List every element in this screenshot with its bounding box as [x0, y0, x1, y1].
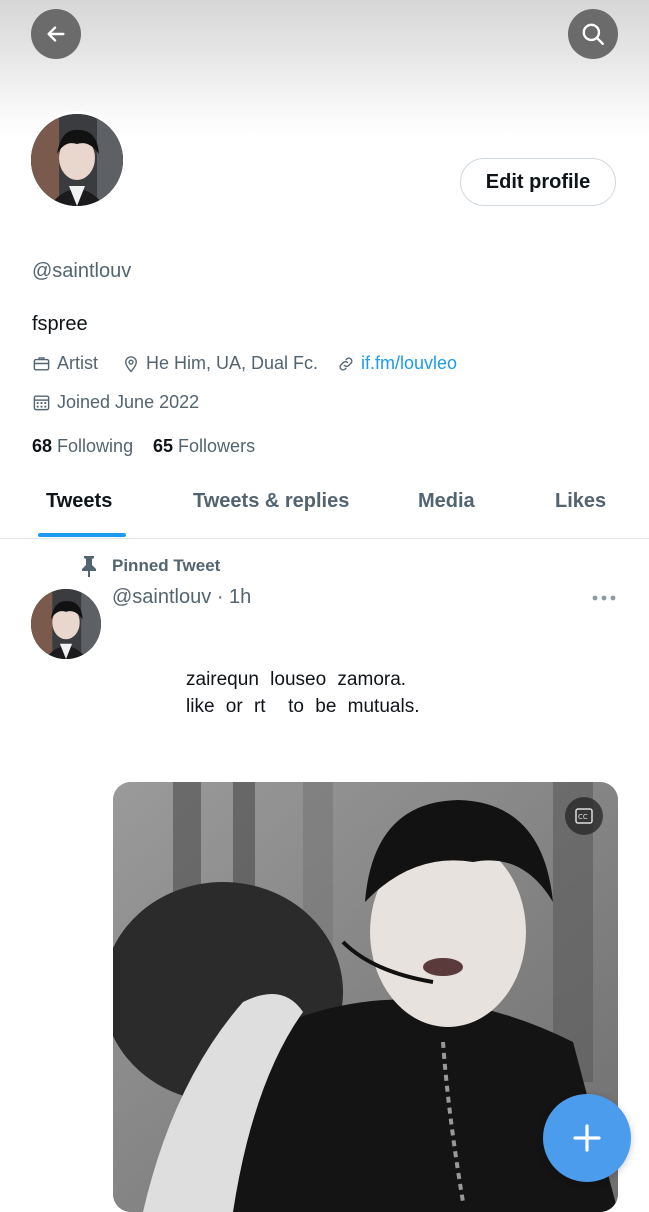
- media-photo: [113, 782, 618, 1212]
- profile-url[interactable]: if.fm/louvleo: [361, 353, 457, 374]
- briefcase-icon: [33, 357, 50, 371]
- compose-tweet-button[interactable]: [543, 1094, 631, 1182]
- tweet-header: @saintlouv · 1h: [112, 586, 251, 609]
- profile-avatar[interactable]: [28, 111, 126, 209]
- profile-bio: fspree: [32, 313, 88, 335]
- tweet-handle[interactable]: @saintlouv: [112, 586, 211, 608]
- following-link[interactable]: 68 Following: [32, 436, 133, 457]
- avatar-photo: [31, 589, 101, 659]
- tweet-body: zairequn louseo zamora. like or rt to be …: [186, 666, 419, 720]
- edit-profile-button[interactable]: Edit profile: [460, 158, 616, 206]
- pin-icon: [82, 556, 96, 577]
- tweet-author-avatar[interactable]: [31, 589, 101, 659]
- more-options-icon[interactable]: [592, 594, 616, 602]
- plus-icon: [573, 1124, 601, 1152]
- location-label: He Him, UA, Dual Fc.: [146, 353, 319, 373]
- profile-joined: Joined June 2022: [32, 392, 199, 413]
- profile-location: He Him, UA, Dual Fc.: [122, 353, 318, 374]
- tabs-divider: [0, 538, 649, 539]
- following-count: 68: [32, 436, 53, 456]
- followers-link[interactable]: 65 Followers: [153, 436, 255, 457]
- category-label: Artist: [57, 353, 99, 373]
- calendar-icon: [33, 395, 50, 411]
- tweet-separator: ·: [216, 586, 224, 608]
- pinned-tweet-label: Pinned Tweet: [80, 555, 220, 577]
- following-label: Following: [57, 436, 134, 456]
- captions-button[interactable]: CC: [565, 797, 603, 835]
- tab-media[interactable]: Media: [418, 490, 475, 513]
- tab-likes[interactable]: Likes: [555, 490, 606, 513]
- location-pin-icon: [125, 355, 137, 372]
- arrow-left-icon: [47, 26, 65, 42]
- active-tab-indicator: [38, 533, 126, 537]
- captions-icon: CC: [575, 808, 593, 824]
- followers-count: 65: [153, 436, 174, 456]
- avatar-photo: [31, 114, 123, 206]
- link-icon: [339, 357, 353, 370]
- search-button[interactable]: [568, 9, 618, 59]
- profile-link[interactable]: if.fm/louvleo: [337, 353, 457, 374]
- tweet-text-line-1: zairequn louseo zamora.: [186, 669, 407, 690]
- tab-tweets[interactable]: Tweets: [46, 490, 112, 513]
- joined-label: Joined June 2022: [57, 392, 200, 412]
- profile-handle: @saintlouv: [32, 260, 132, 282]
- tab-tweets-replies[interactable]: Tweets & replies: [193, 490, 349, 513]
- tweet-time: 1h: [229, 586, 252, 608]
- tweet-text-line-2: like or rt to be mutuals.: [186, 696, 420, 717]
- back-button[interactable]: [31, 9, 81, 59]
- svg-text:CC: CC: [578, 813, 588, 821]
- profile-category: Artist: [32, 353, 98, 374]
- followers-label: Followers: [178, 436, 256, 456]
- search-icon: [582, 23, 604, 45]
- pinned-text: Pinned Tweet: [112, 556, 221, 575]
- tweet-media-image[interactable]: [113, 782, 618, 1212]
